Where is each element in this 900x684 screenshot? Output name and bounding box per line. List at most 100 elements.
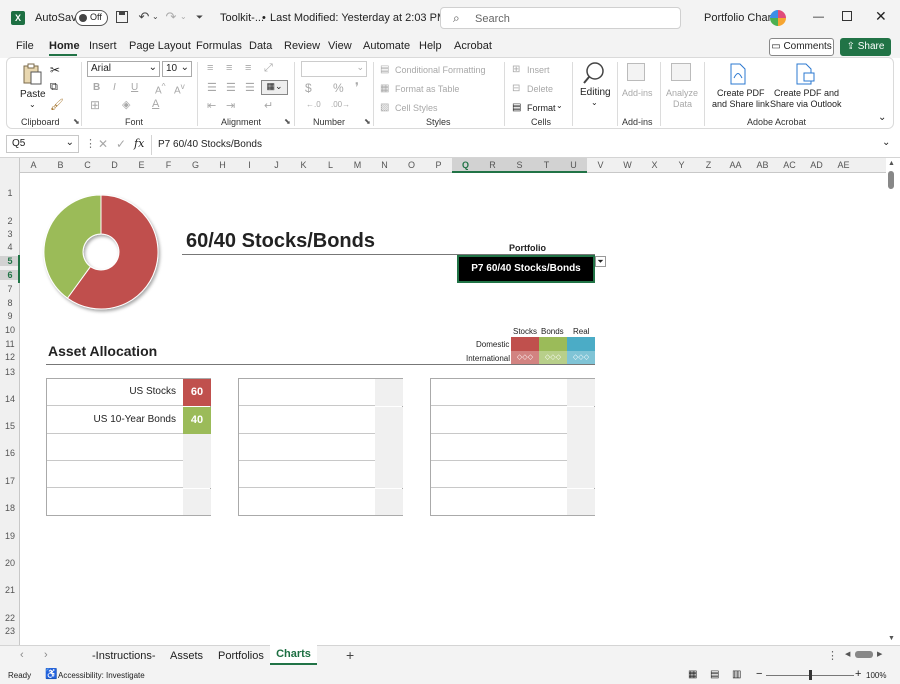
tab-assets[interactable]: Assets (170, 650, 203, 662)
allocation-value-cell[interactable] (375, 461, 403, 488)
allocation-value-cell[interactable] (567, 461, 595, 488)
menu-help[interactable]: Help (419, 40, 442, 52)
align-middle-icon[interactable]: ≡ (226, 62, 232, 74)
currency-icon[interactable]: $ (305, 81, 312, 95)
row-header-15[interactable]: 15 (0, 421, 20, 431)
align-right-icon[interactable]: ☰ (245, 81, 255, 94)
increase-decimal-icon[interactable]: ←.0 (306, 100, 321, 109)
delete-cells-icon[interactable]: ⊟ (512, 83, 520, 94)
page-break-view-icon[interactable]: ▥ (732, 669, 741, 680)
allocation-value-cell[interactable] (375, 407, 403, 434)
increase-font-icon[interactable]: A^ (155, 81, 166, 96)
column-header-ab[interactable]: AB (749, 160, 776, 170)
font-name-select[interactable]: Arial ⌄ (87, 61, 160, 77)
row-header-3[interactable]: 3 (0, 229, 20, 239)
column-header-c[interactable]: C (74, 160, 101, 170)
name-box[interactable]: Q5 ⌄ (6, 135, 79, 153)
percent-icon[interactable]: % (333, 81, 344, 95)
format-cells-icon[interactable]: ▤ (512, 102, 521, 113)
decrease-decimal-icon[interactable]: .00→ (331, 100, 350, 109)
menu-view[interactable]: View (328, 40, 352, 52)
paste-label[interactable]: Paste (20, 89, 46, 100)
conditional-formatting-button[interactable]: Conditional Formatting (395, 65, 486, 75)
undo-dropdown-icon[interactable]: ⌄ (152, 12, 159, 21)
portfolio-dropdown-button[interactable]: ⏷ (595, 256, 606, 267)
column-header-v[interactable]: V (587, 160, 614, 170)
close-icon[interactable]: ✕ (875, 8, 887, 25)
cell-styles-icon[interactable]: ▧ (380, 102, 389, 113)
row-header-17[interactable]: 17 (0, 476, 20, 486)
row-header-8[interactable]: 8 (0, 298, 20, 308)
allocation-value-cell[interactable] (567, 379, 595, 406)
last-modified[interactable]: Last Modified: Yesterday at 2:03 PM (270, 12, 446, 24)
pdf-outlook-line1[interactable]: Create PDF and (774, 88, 839, 98)
menu-acrobat[interactable]: Acrobat (454, 40, 492, 52)
analyze-data-line1[interactable]: Analyze (666, 88, 698, 98)
allocation-value-cell[interactable] (567, 489, 595, 515)
allocation-pie-chart[interactable] (38, 194, 164, 320)
menu-automate[interactable]: Automate (363, 40, 410, 52)
zoom-level[interactable]: 100% (866, 671, 886, 680)
column-header-b[interactable]: B (47, 160, 74, 170)
analyze-data-line2[interactable]: Data (673, 99, 692, 109)
column-header-ad[interactable]: AD (803, 160, 830, 170)
tab-split-handle-icon[interactable]: ⋮ (827, 649, 838, 662)
copy-icon[interactable]: ⧉ (50, 81, 58, 94)
column-header-z[interactable]: Z (695, 160, 722, 170)
dialog-launcher-icon[interactable]: ⬊ (73, 117, 80, 126)
bold-button[interactable]: B (93, 82, 100, 93)
tab-scroll-left-icon[interactable]: ‹ (20, 649, 24, 661)
normal-view-icon[interactable]: ▦ (688, 669, 697, 680)
add-sheet-icon[interactable]: + (346, 647, 354, 663)
allocation-value-cell[interactable] (183, 489, 211, 515)
insert-cells-button[interactable]: Insert (527, 65, 550, 75)
menu-file[interactable]: File (16, 40, 34, 52)
copilot-icon[interactable] (770, 10, 786, 26)
zoom-out-icon[interactable]: − (756, 668, 762, 680)
hscroll-thumb[interactable] (855, 651, 873, 658)
column-header-h[interactable]: H (209, 160, 236, 170)
minimize-icon[interactable]: — (813, 11, 824, 23)
merge-center-icon[interactable]: ▦⌄ (261, 80, 288, 95)
row-header-23[interactable]: 23 (0, 626, 20, 636)
editing-icon[interactable] (583, 61, 605, 84)
paste-dropdown-icon[interactable]: ⌄ (29, 100, 36, 109)
analyze-data-icon[interactable] (671, 63, 691, 81)
editing-dropdown-icon[interactable]: ⌄ (591, 98, 598, 107)
allocation-value-cell[interactable] (567, 434, 595, 461)
menu-insert[interactable]: Insert (89, 40, 117, 52)
accessibility-status[interactable]: Accessibility: Investigate (58, 671, 145, 680)
row-header-12[interactable]: 12 (0, 352, 20, 362)
column-header-y[interactable]: Y (668, 160, 695, 170)
column-header-w[interactable]: W (614, 160, 641, 170)
menu-data[interactable]: Data (249, 40, 272, 52)
menu-formulas[interactable]: Formulas (196, 40, 242, 52)
font-size-select[interactable]: 10 ⌄ (162, 61, 192, 77)
row-header-13[interactable]: 13 (0, 367, 20, 377)
menu-review[interactable]: Review (284, 40, 320, 52)
page-layout-view-icon[interactable]: ▤ (710, 669, 719, 680)
comma-icon[interactable]: ❜ (355, 80, 359, 94)
allocation-value-cell[interactable] (375, 379, 403, 406)
row-header-1[interactable]: 1 (0, 188, 20, 198)
editing-button[interactable]: Editing (580, 87, 611, 98)
zoom-in-icon[interactable]: + (855, 668, 861, 680)
addins-icon[interactable] (627, 63, 645, 81)
number-format-select[interactable]: ⌄ (301, 61, 367, 77)
portfolio-selector[interactable]: P7 60/40 Stocks/Bonds (457, 255, 595, 283)
row-header-7[interactable]: 7 (0, 284, 20, 294)
font-color-icon[interactable]: A (152, 98, 159, 110)
format-painter-icon[interactable]: 🖌 (50, 98, 64, 111)
row-header-22[interactable]: 22 (0, 613, 20, 623)
row-header-14[interactable]: 14 (0, 394, 20, 404)
confirm-entry-icon[interactable]: ✓ (116, 137, 126, 151)
pdf-share-link-icon[interactable] (729, 63, 747, 85)
align-center-icon[interactable]: ☰ (226, 81, 236, 94)
pdf-outlook-line2[interactable]: Share via Outlook (770, 99, 842, 109)
dialog-launcher-icon[interactable]: ⬊ (284, 117, 291, 126)
search-box[interactable]: ⌕ Search (440, 7, 681, 29)
row-header-16[interactable]: 16 (0, 448, 20, 458)
row-header-11[interactable]: 11 (0, 339, 20, 349)
pdf-share-link-line1[interactable]: Create PDF (717, 88, 765, 98)
row-header-20[interactable]: 20 (0, 558, 20, 568)
